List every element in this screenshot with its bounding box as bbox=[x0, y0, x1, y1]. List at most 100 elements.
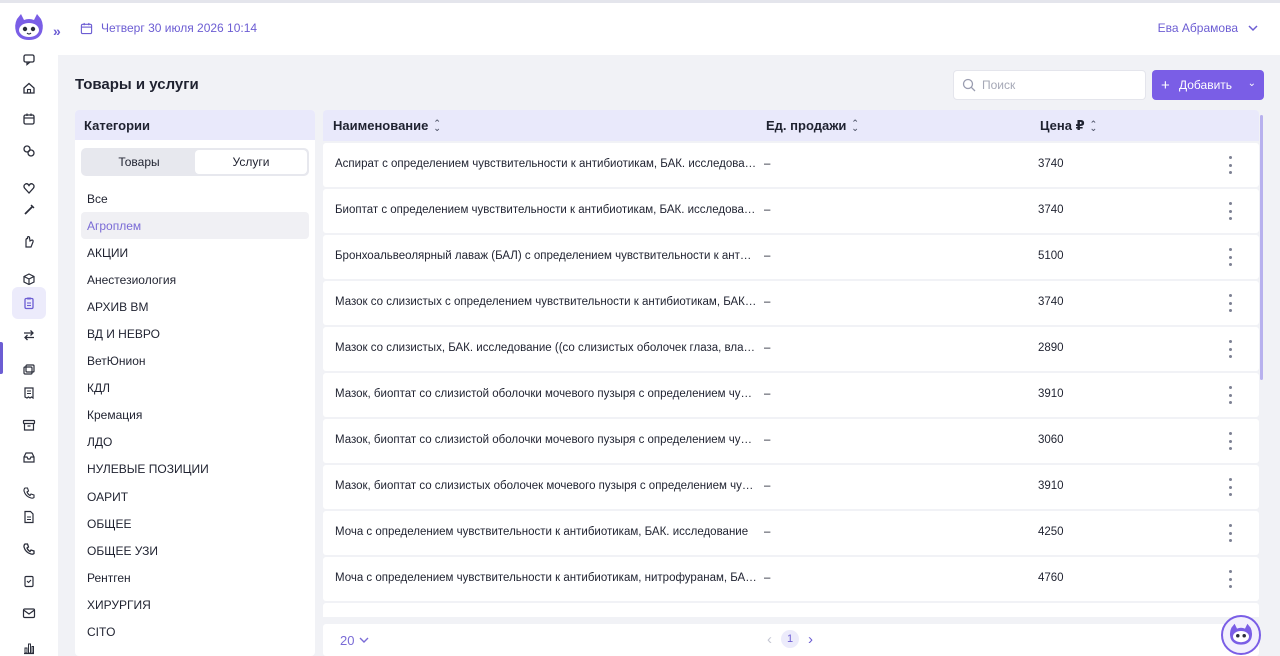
service-name: Мазок, биоптат со слизистых оболочек моч… bbox=[335, 480, 757, 492]
chevron-down-icon[interactable]: ⌄ bbox=[1248, 78, 1256, 89]
transfer-icon[interactable] bbox=[18, 324, 40, 346]
category-item[interactable]: ХИРУРГИЯ bbox=[81, 591, 309, 618]
chevron-down-icon bbox=[359, 637, 369, 643]
sale-unit: – bbox=[764, 204, 771, 216]
search-input[interactable] bbox=[982, 78, 1132, 92]
expand-sidebar-icon[interactable]: » bbox=[53, 23, 61, 39]
more-actions-icon[interactable] bbox=[1222, 477, 1238, 497]
category-item[interactable]: АКЦИИ bbox=[81, 239, 309, 266]
category-item[interactable]: ОБЩЕЕ УЗИ bbox=[81, 537, 309, 564]
more-actions-icon[interactable] bbox=[1222, 155, 1238, 175]
pets-icon[interactable] bbox=[18, 140, 40, 162]
category-item[interactable]: Рентген bbox=[81, 564, 309, 591]
table-row[interactable]: Мазок, биоптат со слизистой оболочки моч… bbox=[323, 373, 1259, 417]
category-item[interactable]: ЛДО bbox=[81, 429, 309, 456]
category-item[interactable]: АРХИВ ВМ bbox=[81, 293, 309, 320]
receipt-icon[interactable] bbox=[18, 382, 40, 404]
category-item[interactable]: НУЛЕВЫЕ ПОЗИЦИИ bbox=[81, 456, 309, 483]
more-actions-icon[interactable] bbox=[1222, 293, 1238, 313]
more-actions-icon[interactable] bbox=[1222, 431, 1238, 451]
table-row[interactable]: Моча с определением чувствительности к а… bbox=[323, 557, 1259, 601]
categories-panel: Категории Товары Услуги Все Агроплем АКЦИИ… bbox=[75, 110, 315, 656]
category-item[interactable]: КДЛ bbox=[81, 375, 309, 402]
table-row[interactable]: Мазок, биоптат со слизистых оболочек моч… bbox=[323, 465, 1259, 509]
table-row[interactable]: Мазок со слизистых, БАК. исследование ((… bbox=[323, 327, 1259, 371]
page-size-value: 20 bbox=[340, 633, 355, 648]
category-item[interactable]: Анестезиология bbox=[81, 266, 309, 293]
sale-unit: – bbox=[764, 480, 771, 492]
more-actions-icon[interactable] bbox=[1222, 385, 1238, 405]
service-price: 2890 bbox=[1038, 342, 1064, 354]
service-name: Мазок, биоптат со слизистой оболочки моч… bbox=[335, 388, 757, 400]
tab-services[interactable]: Услуги bbox=[195, 150, 307, 174]
table-row[interactable] bbox=[323, 603, 1259, 617]
sale-unit: – bbox=[764, 572, 771, 584]
more-actions-icon[interactable] bbox=[1222, 339, 1238, 359]
calendar-icon bbox=[80, 22, 93, 34]
table-scrollbar[interactable] bbox=[1260, 115, 1263, 380]
checklist-icon[interactable] bbox=[18, 570, 40, 592]
home-icon[interactable] bbox=[18, 77, 40, 99]
mail-icon[interactable] bbox=[18, 602, 40, 624]
category-item[interactable]: ОАРИТ bbox=[81, 483, 309, 510]
table-header: Наименование ⌃ ⌄ Ед. продажи ⌃ ⌄ Цена ₽ ⌃ ⌄ bbox=[323, 110, 1259, 141]
sale-unit: – bbox=[764, 158, 771, 170]
category-item[interactable]: Все bbox=[81, 185, 309, 212]
prev-page-icon[interactable]: ‹ bbox=[767, 631, 772, 648]
more-actions-icon[interactable] bbox=[1222, 247, 1238, 267]
sort-icon[interactable]: ⌃ ⌄ bbox=[1090, 119, 1098, 133]
services-table: Наименование ⌃ ⌄ Ед. продажи ⌃ ⌄ Цена ₽ ⌃ ⌄… bbox=[323, 110, 1264, 656]
table-row[interactable]: Мазок со слизистых с определением чувств… bbox=[323, 281, 1259, 325]
chat-icon[interactable] bbox=[18, 48, 40, 70]
page-size-select[interactable]: 20 bbox=[340, 633, 369, 648]
more-actions-icon[interactable] bbox=[1222, 523, 1238, 543]
chevron-down-icon bbox=[1248, 24, 1258, 31]
category-item[interactable]: Агроплем bbox=[81, 212, 309, 240]
add-button[interactable]: + Добавить ⌄ bbox=[1152, 70, 1264, 100]
archive-icon[interactable] bbox=[18, 414, 40, 436]
next-page-icon[interactable]: › bbox=[808, 631, 813, 648]
table-row[interactable]: Бронхоальвеолярный лаваж (БАЛ) с определ… bbox=[323, 235, 1259, 279]
service-name: Моча с определением чувствительности к а… bbox=[335, 526, 749, 538]
bills-icon[interactable] bbox=[18, 359, 40, 381]
table-row[interactable]: Биоптат с определением чувствительности … bbox=[323, 189, 1259, 233]
hand-icon[interactable] bbox=[18, 231, 40, 253]
syringe-icon[interactable] bbox=[18, 199, 40, 221]
category-item[interactable]: ОБЩЕЕ bbox=[81, 510, 309, 537]
more-actions-icon[interactable] bbox=[1222, 569, 1238, 589]
column-unit-header[interactable]: Ед. продажи ⌃ ⌄ bbox=[766, 118, 859, 133]
stats-icon[interactable] bbox=[18, 637, 40, 656]
categories-title: Категории bbox=[75, 110, 315, 140]
phone-call-icon[interactable] bbox=[18, 538, 40, 560]
current-page[interactable]: 1 bbox=[781, 630, 799, 648]
heart-icon[interactable] bbox=[18, 177, 40, 199]
assistant-bot-icon[interactable] bbox=[1221, 615, 1261, 655]
category-item[interactable]: ВетЮнион bbox=[81, 348, 309, 375]
clipboard-icon[interactable] bbox=[12, 287, 46, 319]
service-price: 4250 bbox=[1038, 526, 1064, 538]
category-item[interactable]: CITO bbox=[81, 619, 309, 646]
table-row[interactable]: Мазок, биоптат со слизистой оболочки моч… bbox=[323, 419, 1259, 463]
tab-goods[interactable]: Товары bbox=[83, 150, 195, 174]
user-name: Ева Абрамова bbox=[1157, 21, 1238, 35]
table-row[interactable]: Моча с определением чувствительности к а… bbox=[323, 511, 1259, 555]
category-item[interactable]: Кремация bbox=[81, 402, 309, 429]
cat-logo-icon[interactable] bbox=[12, 13, 46, 43]
document-icon[interactable] bbox=[18, 506, 40, 528]
table-row[interactable]: Аспират с определением чувствительности … bbox=[323, 143, 1259, 187]
top-bar: » Четверг 30 июля 2026 10:14 Ева Абрамов… bbox=[0, 0, 1280, 55]
category-item[interactable]: ВД И НЕВРО bbox=[81, 320, 309, 347]
column-name-header[interactable]: Наименование ⌃ ⌄ bbox=[333, 118, 441, 133]
table-footer: 20 ‹ 1 › bbox=[323, 624, 1259, 656]
user-menu[interactable]: Ева Абрамова bbox=[1158, 21, 1258, 35]
inbox-icon[interactable] bbox=[18, 446, 40, 468]
phone-icon[interactable] bbox=[18, 482, 40, 504]
more-actions-icon[interactable] bbox=[1222, 201, 1238, 221]
search-box[interactable] bbox=[953, 70, 1146, 100]
sale-unit: – bbox=[764, 296, 771, 308]
service-name: Аспират с определением чувствительности … bbox=[335, 158, 757, 170]
calendar-icon[interactable] bbox=[18, 108, 40, 130]
column-price-header[interactable]: Цена ₽ ⌃ ⌄ bbox=[1040, 118, 1097, 134]
sort-icon[interactable]: ⌃ ⌄ bbox=[851, 119, 859, 133]
sort-icon[interactable]: ⌃ ⌄ bbox=[433, 119, 441, 133]
